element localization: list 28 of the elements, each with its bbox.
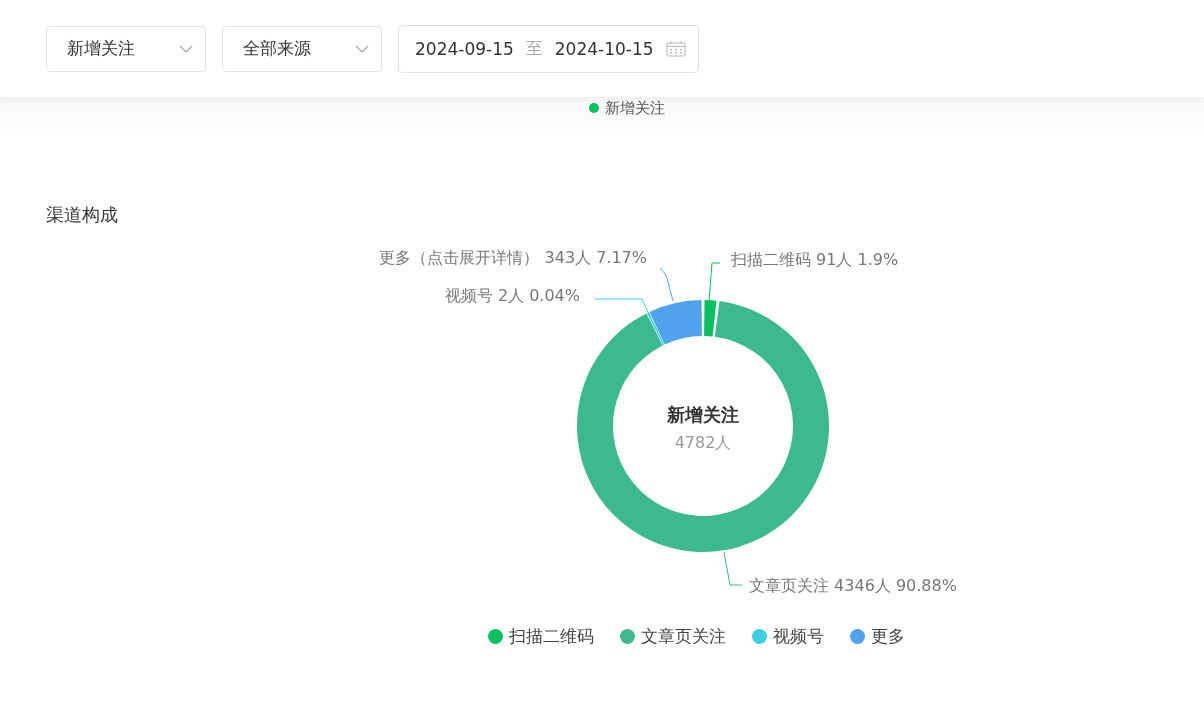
legend-label[interactable]: 文章页关注 <box>641 625 726 648</box>
legend-label[interactable]: 扫描二维码 <box>509 625 594 648</box>
donut-slice[interactable] <box>577 301 829 552</box>
chevron-down-icon <box>355 44 369 53</box>
leader-line <box>659 267 674 302</box>
donut-slice[interactable] <box>704 300 717 337</box>
slice-label: 文章页关注 4346人 90.88% <box>749 575 957 595</box>
range-separator: 至 <box>525 37 543 60</box>
end-date: 2024-10-15 <box>554 38 654 59</box>
slice-label: 扫描二维码 91人 1.9% <box>731 249 899 269</box>
leader-line <box>594 298 652 320</box>
start-date: 2024-09-15 <box>415 38 514 59</box>
metric-select[interactable]: 新增关注 <box>46 25 206 72</box>
donut-center-title: 新增关注 <box>667 404 739 425</box>
donut-slice[interactable] <box>649 300 702 345</box>
leader-line <box>708 262 721 302</box>
leader-line <box>723 551 743 586</box>
legend-label[interactable]: 更多 <box>871 625 905 648</box>
donut-center-count: 4782人 <box>674 433 732 452</box>
chevron-down-icon <box>179 44 193 53</box>
date-range-picker[interactable]: 2024-09-15 至 2024-10-15 <box>398 24 699 73</box>
source-select[interactable]: 全部来源 <box>222 25 382 72</box>
section-title: 渠道构成 <box>46 203 119 227</box>
slice-label: 更多（点击展开详情） 343人 7.17% <box>379 247 647 267</box>
slice-label: 视频号 2人 0.04% <box>444 285 580 305</box>
calendar-icon <box>665 40 686 57</box>
legend-label[interactable]: 视频号 <box>773 625 824 648</box>
legend-label[interactable]: 新增关注 <box>605 98 665 118</box>
